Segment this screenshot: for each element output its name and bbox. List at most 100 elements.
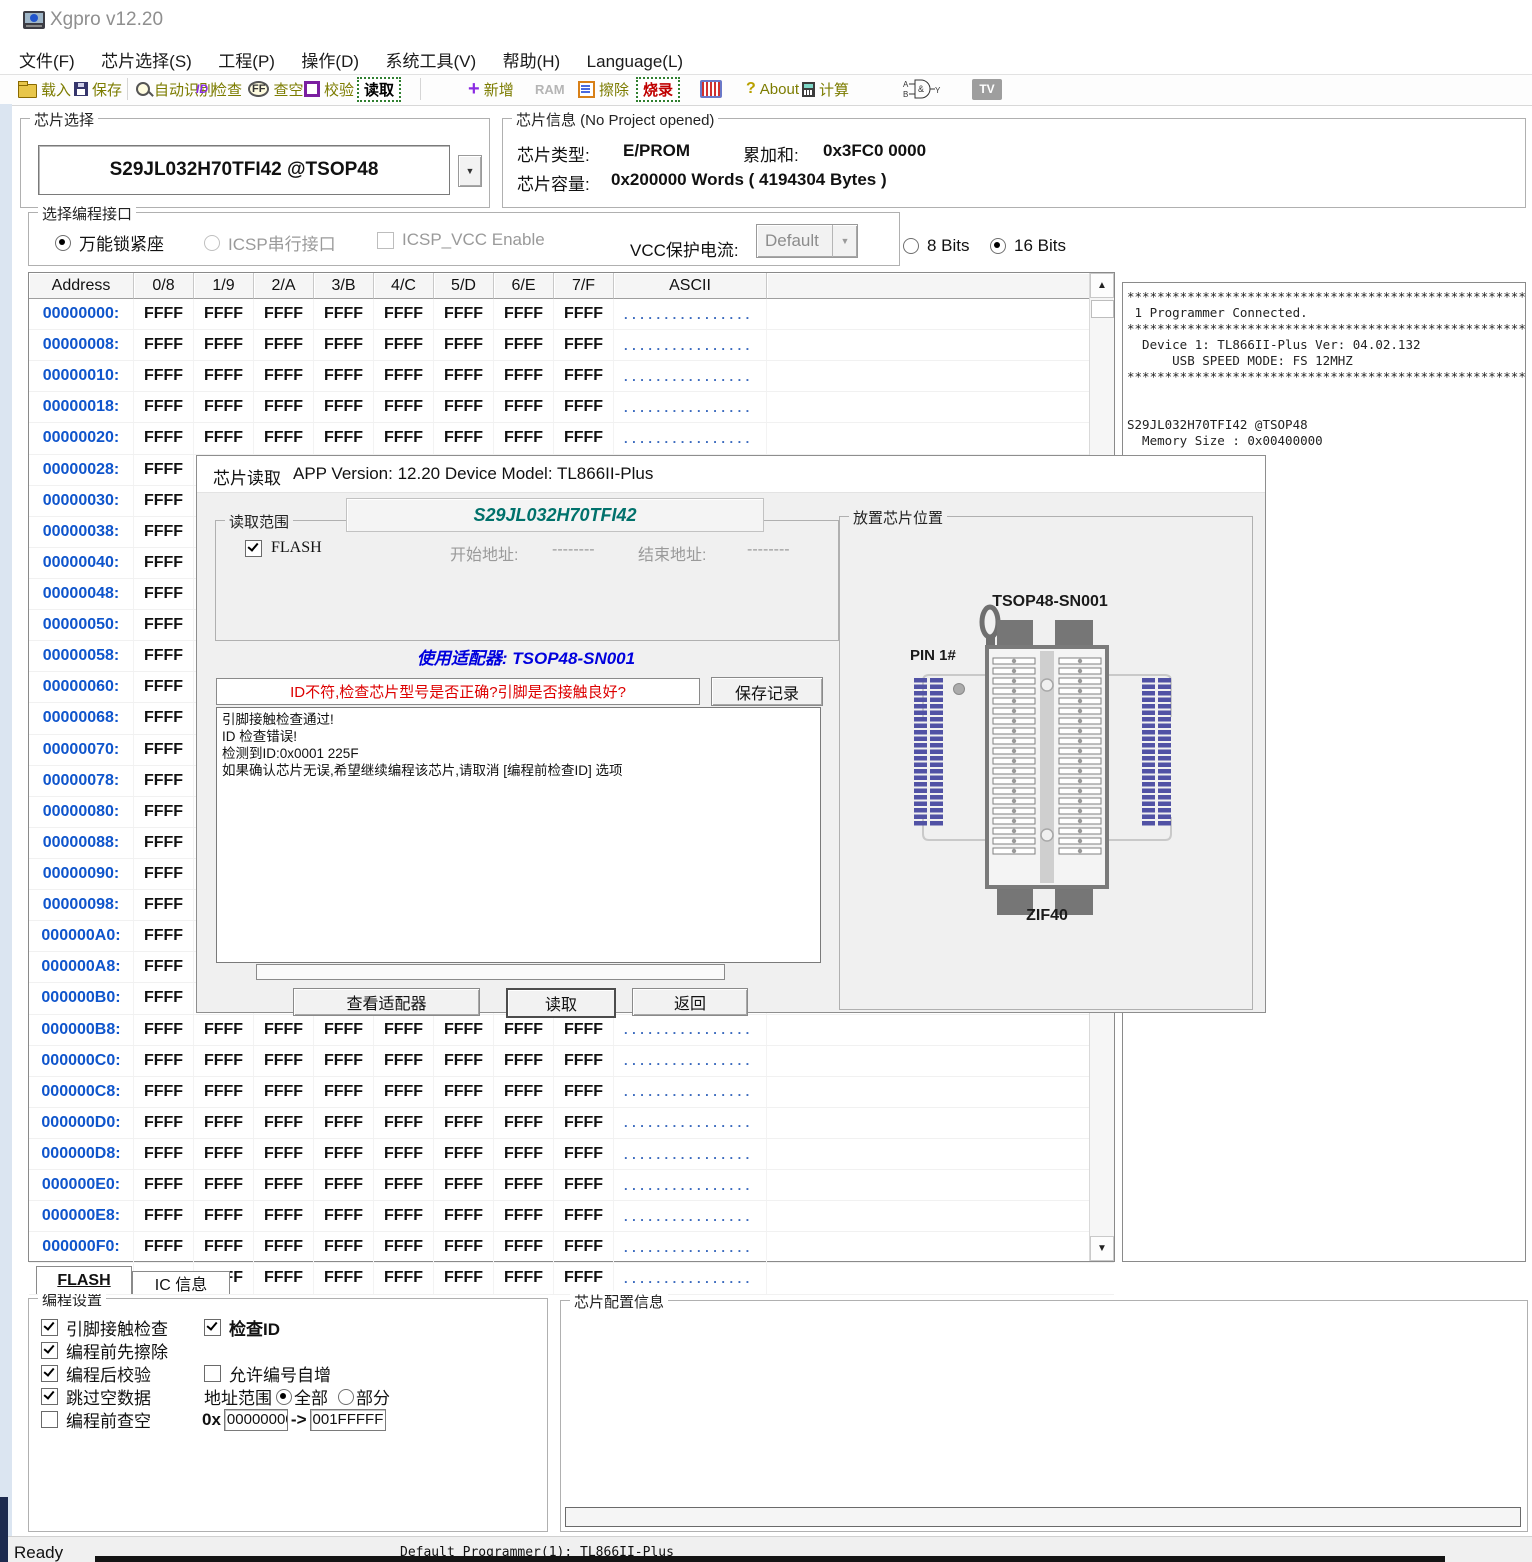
dialog-return-button[interactable]: 返回: [632, 988, 748, 1016]
pin-check-checkbox[interactable]: 引脚接触检查: [41, 1315, 168, 1340]
hex-value-cell[interactable]: FFFF: [254, 1139, 314, 1169]
hex-value-cell[interactable]: FFFF: [374, 1046, 434, 1076]
hex-value-cell[interactable]: FFFF: [434, 1232, 494, 1262]
hex-value-cell[interactable]: FFFF: [494, 1139, 554, 1169]
hex-value-cell[interactable]: FFFF: [194, 361, 254, 391]
hex-value-cell[interactable]: FFFF: [254, 392, 314, 422]
hex-value-cell[interactable]: FFFF: [494, 392, 554, 422]
hex-value-cell[interactable]: FFFF: [434, 1046, 494, 1076]
toolbar-about-button[interactable]: ? About: [746, 78, 799, 100]
hex-value-cell[interactable]: FFFF: [254, 1263, 314, 1293]
hex-value-cell[interactable]: FFFF: [254, 299, 314, 329]
hex-value-cell[interactable]: FFFF: [134, 486, 194, 516]
hex-header-cell[interactable]: Address: [29, 273, 134, 299]
hex-value-cell[interactable]: FFFF: [494, 1170, 554, 1200]
hex-value-cell[interactable]: FFFF: [314, 1139, 374, 1169]
hex-value-cell[interactable]: FFFF: [494, 1015, 554, 1045]
hex-value-cell[interactable]: FFFF: [254, 423, 314, 453]
hex-value-cell[interactable]: FFFF: [314, 392, 374, 422]
hex-value-cell[interactable]: FFFF: [134, 641, 194, 671]
hex-value-cell[interactable]: FFFF: [134, 299, 194, 329]
hex-value-cell[interactable]: FFFF: [134, 952, 194, 982]
hex-value-cell[interactable]: FFFF: [314, 1015, 374, 1045]
hex-value-cell[interactable]: FFFF: [554, 1170, 614, 1200]
hex-value-cell[interactable]: FFFF: [494, 361, 554, 391]
scroll-up-button[interactable]: ▲: [1090, 273, 1114, 298]
hex-value-cell[interactable]: FFFF: [494, 1201, 554, 1231]
menu-system-tools[interactable]: 系统工具(V): [374, 42, 487, 77]
hex-value-cell[interactable]: FFFF: [314, 361, 374, 391]
erase-before-checkbox[interactable]: 编程前先擦除: [41, 1338, 168, 1363]
hex-value-cell[interactable]: FFFF: [374, 1263, 434, 1293]
chip-select-dropdown-button[interactable]: ▼: [458, 155, 482, 187]
hex-value-cell[interactable]: FFFF: [194, 392, 254, 422]
hex-value-cell[interactable]: FFFF: [194, 1108, 254, 1138]
hex-header-cell[interactable]: 4/C: [374, 273, 434, 299]
hex-value-cell[interactable]: FFFF: [554, 1139, 614, 1169]
toolbar-id-check-button[interactable]: ID 检查: [196, 78, 242, 100]
scrollbar-thumb[interactable]: [1091, 300, 1114, 318]
hex-value-cell[interactable]: FFFF: [134, 1170, 194, 1200]
tab-flash[interactable]: FLASH: [36, 1266, 132, 1294]
icsp-serial-radio[interactable]: ICSP串行接口: [204, 230, 336, 255]
toolbar-logic-gate-button[interactable]: A B & Y: [903, 78, 941, 100]
menu-file[interactable]: 文件(F): [8, 42, 86, 77]
hex-value-cell[interactable]: FFFF: [314, 1046, 374, 1076]
hex-value-cell[interactable]: FFFF: [134, 1232, 194, 1262]
chip-select-combobox[interactable]: S29JL032H70TFI42 @TSOP48: [38, 145, 450, 195]
hex-value-cell[interactable]: FFFF: [254, 1046, 314, 1076]
scroll-down-button[interactable]: ▼: [1090, 1236, 1114, 1261]
hex-value-cell[interactable]: FFFF: [254, 361, 314, 391]
skip-blank-checkbox[interactable]: 跳过空数据: [41, 1384, 151, 1409]
toolbar-chip-button[interactable]: [700, 78, 722, 100]
hex-value-cell[interactable]: FFFF: [374, 1232, 434, 1262]
hex-value-cell[interactable]: FFFF: [374, 1077, 434, 1107]
hex-value-cell[interactable]: FFFF: [134, 766, 194, 796]
hex-value-cell[interactable]: FFFF: [134, 890, 194, 920]
hex-value-cell[interactable]: FFFF: [494, 1108, 554, 1138]
hex-header-cell[interactable]: 6/E: [494, 273, 554, 299]
hex-header-cell[interactable]: 1/9: [194, 273, 254, 299]
hex-value-cell[interactable]: FFFF: [434, 1263, 494, 1293]
hex-value-cell[interactable]: FFFF: [434, 392, 494, 422]
hex-value-cell[interactable]: FFFF: [554, 330, 614, 360]
hex-value-cell[interactable]: FFFF: [554, 1108, 614, 1138]
hex-value-cell[interactable]: FFFF: [194, 423, 254, 453]
hex-value-cell[interactable]: FFFF: [554, 1232, 614, 1262]
hex-value-cell[interactable]: FFFF: [434, 299, 494, 329]
hex-value-cell[interactable]: FFFF: [494, 299, 554, 329]
hex-value-cell[interactable]: FFFF: [194, 1046, 254, 1076]
hex-value-cell[interactable]: FFFF: [314, 330, 374, 360]
hex-value-cell[interactable]: FFFF: [134, 1108, 194, 1138]
hex-value-cell[interactable]: FFFF: [434, 1201, 494, 1231]
hex-value-cell[interactable]: FFFF: [134, 1077, 194, 1107]
toolbar-read-button[interactable]: 读取: [357, 78, 401, 100]
hex-value-cell[interactable]: FFFF: [494, 1077, 554, 1107]
hex-value-cell[interactable]: FFFF: [494, 1046, 554, 1076]
hex-value-cell[interactable]: FFFF: [554, 1015, 614, 1045]
toolbar-ram-button[interactable]: RAM: [535, 78, 565, 100]
view-adapter-button[interactable]: 查看适配器: [293, 988, 480, 1016]
hex-value-cell[interactable]: FFFF: [314, 423, 374, 453]
hex-value-cell[interactable]: FFFF: [254, 1170, 314, 1200]
hex-value-cell[interactable]: FFFF: [254, 1201, 314, 1231]
dialog-title-bar[interactable]: 芯片读取 APP Version: 12.20 Device Model: TL…: [197, 456, 1265, 493]
hex-value-cell[interactable]: FFFF: [314, 1108, 374, 1138]
bits8-radio[interactable]: 8 Bits: [903, 236, 970, 256]
hex-value-cell[interactable]: FFFF: [314, 1201, 374, 1231]
hex-value-cell[interactable]: FFFF: [254, 330, 314, 360]
hex-value-cell[interactable]: FFFF: [374, 392, 434, 422]
toolbar-load-button[interactable]: 载入: [18, 78, 71, 100]
hex-value-cell[interactable]: FFFF: [254, 1077, 314, 1107]
hex-value-cell[interactable]: FFFF: [314, 1232, 374, 1262]
hex-header-cell[interactable]: 7/F: [554, 273, 614, 299]
hex-value-cell[interactable]: FFFF: [134, 672, 194, 702]
hex-value-cell[interactable]: FFFF: [314, 1263, 374, 1293]
menu-operation[interactable]: 操作(D): [290, 42, 370, 77]
hex-value-cell[interactable]: FFFF: [194, 1232, 254, 1262]
blank-check-before-checkbox[interactable]: 编程前查空: [41, 1407, 151, 1432]
toolbar-erase-button[interactable]: 擦除: [578, 78, 629, 100]
hex-value-cell[interactable]: FFFF: [194, 1015, 254, 1045]
save-log-button[interactable]: 保存记录: [711, 677, 823, 706]
hex-value-cell[interactable]: FFFF: [194, 1077, 254, 1107]
